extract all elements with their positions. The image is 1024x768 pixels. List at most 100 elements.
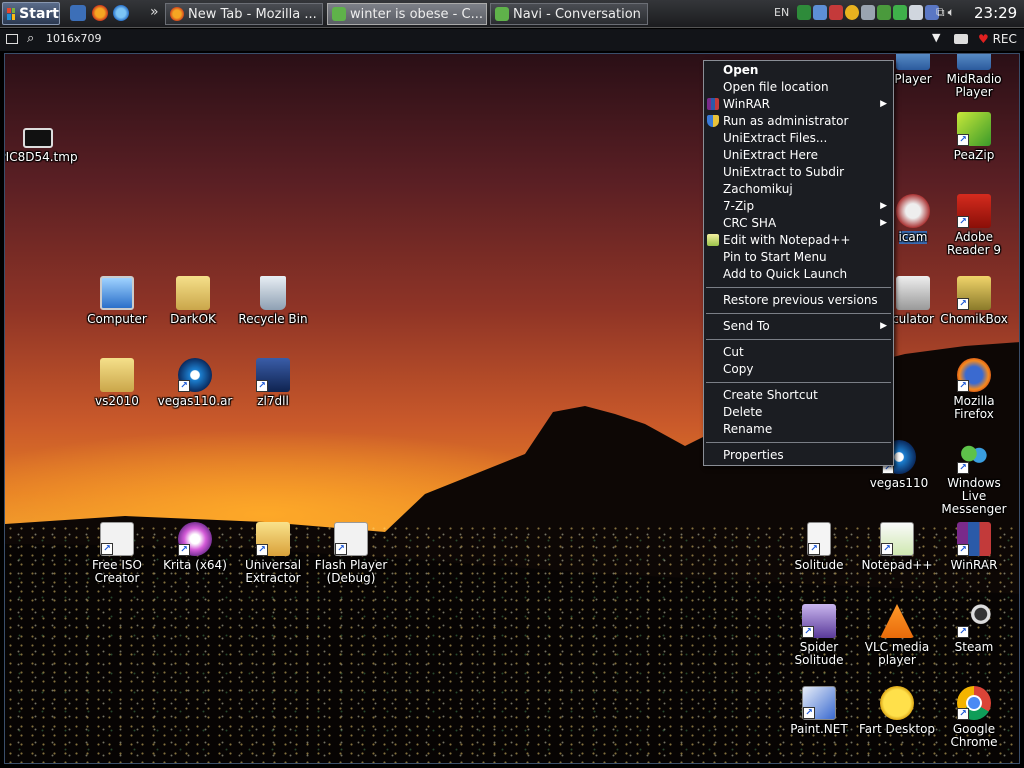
- desktop-icon-flash-debug[interactable]: ↗ Flash Player (Debug): [311, 522, 391, 585]
- menu-item-winrar[interactable]: WinRAR ▶: [704, 96, 893, 113]
- icam-icon: [896, 194, 930, 228]
- desktop-icon-computer[interactable]: Computer: [77, 276, 157, 326]
- desktop-icon-notepadpp[interactable]: ↗ Notepad++: [857, 522, 937, 572]
- desktop-icon-recycle-bin[interactable]: Recycle Bin: [233, 276, 313, 326]
- start-button[interactable]: Start: [2, 2, 60, 25]
- window-icon[interactable]: [6, 34, 18, 44]
- menu-item-create-shortcut[interactable]: Create Shortcut: [704, 387, 893, 404]
- menu-item-pin-start[interactable]: Pin to Start Menu: [704, 249, 893, 266]
- taskbar-task-firefox[interactable]: New Tab - Mozilla ...: [165, 3, 323, 25]
- menu-item-restore-versions[interactable]: Restore previous versions: [704, 292, 893, 309]
- computer-icon: [100, 276, 134, 310]
- volume-icon[interactable]: 🔈︎: [948, 5, 955, 20]
- menu-item-label: Send To: [723, 319, 770, 333]
- desktop-icon-peazip[interactable]: ↗ PeaZip: [934, 112, 1014, 162]
- desktop-icon-vegas-archive[interactable]: ↗ vegas110.ar: [155, 358, 235, 408]
- menu-item-properties[interactable]: Properties: [704, 447, 893, 464]
- chat-app-icon: [495, 7, 509, 21]
- tray-app-icon[interactable]: [829, 5, 843, 20]
- desktop-icon-chomikbox[interactable]: ↗ ChomikBox: [934, 276, 1014, 326]
- desktop-icon-vlc[interactable]: VLC media player: [857, 604, 937, 667]
- tray-app-icon[interactable]: [877, 5, 891, 20]
- menu-item-label: Properties: [723, 448, 784, 462]
- clock[interactable]: 23:29: [974, 4, 1017, 22]
- desktop-icon-midradio[interactable]: MidRadio Player: [934, 54, 1014, 99]
- tray-app-icon[interactable]: [909, 5, 923, 20]
- camera-icon[interactable]: [954, 34, 968, 44]
- menu-item-open-file-location[interactable]: Open file location: [704, 79, 893, 96]
- desktop-icon-steam[interactable]: ↗ Steam: [934, 604, 1014, 654]
- internet-explorer-icon[interactable]: [113, 5, 129, 21]
- winrar-icon: [707, 98, 719, 110]
- menu-item-edit-notepadpp[interactable]: Edit with Notepad++: [704, 232, 893, 249]
- menu-item-delete[interactable]: Delete: [704, 404, 893, 421]
- desktop-icon-spider-solitude[interactable]: ↗ Spider Solitude: [779, 604, 859, 667]
- zoom-icon[interactable]: ⌕: [27, 31, 34, 46]
- menu-item-add-quick-launch[interactable]: Add to Quick Launch: [704, 266, 893, 283]
- menu-item-cut[interactable]: Cut: [704, 344, 893, 361]
- menu-item-7zip[interactable]: 7-Zip ▶: [704, 198, 893, 215]
- desktop-icon-vs2010[interactable]: vs2010: [77, 358, 157, 408]
- folder-icon: [176, 276, 210, 310]
- shortcut-arrow-icon: ↗: [178, 544, 190, 556]
- icon-label: PIC8D54.tmp: [4, 150, 78, 164]
- desktop-icon-paintnet[interactable]: ↗ Paint.NET: [779, 686, 859, 736]
- taskbar-task-navi[interactable]: Navi - Conversation: [490, 3, 648, 25]
- winrar-icon: ↗: [957, 522, 991, 556]
- iso-icon: ↗: [100, 522, 134, 556]
- menu-item-zachomikuj[interactable]: Zachomikuj: [704, 181, 893, 198]
- menu-item-open[interactable]: Open: [704, 62, 893, 79]
- chomikbox-icon: ↗: [957, 276, 991, 310]
- desktop-icon-solitude[interactable]: ↗ Solitude: [779, 522, 859, 572]
- tray-app-icon[interactable]: [797, 5, 811, 20]
- chat-app-icon: [332, 7, 346, 21]
- network-icon[interactable]: ⧉: [936, 5, 945, 20]
- desktop-icon-messenger[interactable]: ↗ Windows Live Messenger: [934, 440, 1014, 516]
- tray-app-icon[interactable]: [893, 5, 907, 20]
- menu-item-uniextract-subdir[interactable]: UniExtract to Subdir: [704, 164, 893, 181]
- desktop-icon-adobe-reader[interactable]: ↗ Adobe Reader 9: [934, 194, 1014, 257]
- desktop-icon-chrome[interactable]: ↗ Google Chrome: [934, 686, 1014, 749]
- firefox-quicklaunch-icon[interactable]: [92, 5, 108, 21]
- icon-label: Player: [894, 72, 932, 86]
- context-menu: Open Open file location WinRAR ▶ Run as …: [703, 60, 894, 466]
- icon-label: zl7dll: [257, 394, 289, 408]
- tray-app-icon[interactable]: [813, 5, 827, 20]
- submenu-arrow-icon: ▶: [880, 218, 887, 228]
- spider-icon: ↗: [802, 604, 836, 638]
- desktop-icon-universal-extractor[interactable]: ↗ Universal Extractor: [233, 522, 313, 585]
- show-desktop-icon[interactable]: [70, 5, 86, 21]
- desktop-icon-firefox[interactable]: ↗ Mozilla Firefox: [934, 358, 1014, 421]
- icon-label: Universal Extractor: [244, 558, 302, 585]
- menu-item-label: UniExtract Files...: [723, 131, 828, 145]
- taskbar-task-chat[interactable]: winter is obese - C...: [327, 3, 487, 25]
- vegas-icon: ↗: [178, 358, 212, 392]
- desktop-icon-tmp[interactable]: PIC8D54.tmp: [4, 122, 78, 164]
- resolution-label: 1016x709: [46, 32, 102, 45]
- desktop-icon-fart-desktop[interactable]: Fart Desktop: [857, 686, 937, 736]
- language-indicator[interactable]: EN: [774, 6, 789, 19]
- menu-item-uniextract-files[interactable]: UniExtract Files...: [704, 130, 893, 147]
- shortcut-arrow-icon: ↗: [803, 707, 815, 719]
- icon-label: Krita (x64): [163, 558, 227, 572]
- desktop-icon-winrar[interactable]: ↗ WinRAR: [934, 522, 1014, 572]
- desktop-icon-krita[interactable]: ↗ Krita (x64): [155, 522, 235, 572]
- desktop-icon-darkok[interactable]: DarkOK: [153, 276, 233, 326]
- menu-item-rename[interactable]: Rename: [704, 421, 893, 438]
- menu-item-uniextract-here[interactable]: UniExtract Here: [704, 147, 893, 164]
- tray-app-icon[interactable]: [861, 5, 875, 20]
- dropdown-arrow-icon[interactable]: ▼: [932, 31, 940, 44]
- calculator-icon: [896, 276, 930, 310]
- desktop-icon-zl7dll[interactable]: ↗ zl7dll: [233, 358, 313, 408]
- tray-system-icons: ⧉ 🔈︎: [936, 5, 955, 20]
- quicklaunch-overflow-icon[interactable]: »: [150, 4, 159, 20]
- menu-item-copy[interactable]: Copy: [704, 361, 893, 378]
- icon-label: Spider Solitude: [794, 640, 844, 667]
- solitude-icon: ↗: [807, 522, 831, 556]
- desktop-icon-free-iso[interactable]: ↗ Free ISO Creator: [77, 522, 157, 585]
- tray-app-icon[interactable]: [845, 5, 859, 20]
- menu-item-run-as-admin[interactable]: Run as administrator: [704, 113, 893, 130]
- menu-item-send-to[interactable]: Send To ▶: [704, 318, 893, 335]
- record-button[interactable]: ♥ REC: [978, 32, 1017, 46]
- menu-item-crc-sha[interactable]: CRC SHA ▶: [704, 215, 893, 232]
